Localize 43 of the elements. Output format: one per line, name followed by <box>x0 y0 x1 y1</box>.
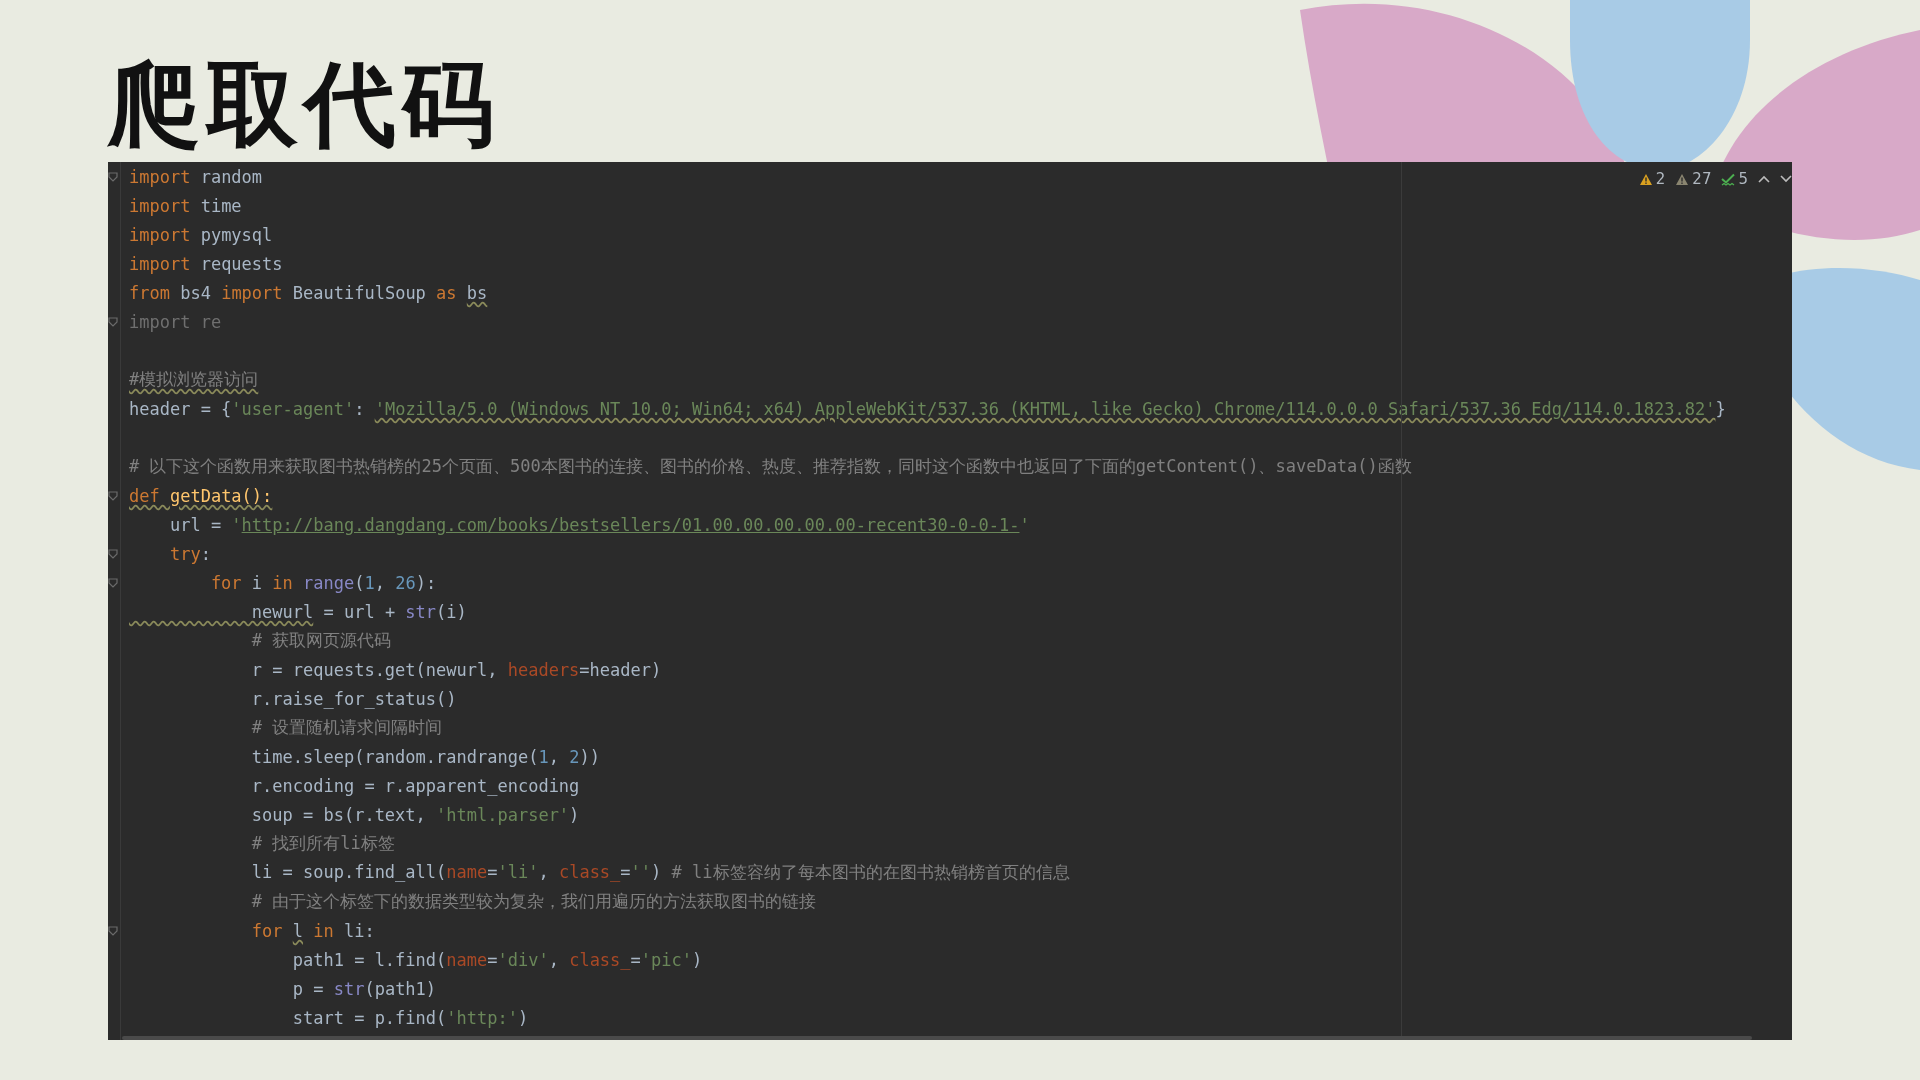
code-line: def getData(): <box>129 485 273 506</box>
code-line: r.encoding = r.apparent_encoding <box>250 775 580 796</box>
warning-icon <box>1675 172 1690 186</box>
code-line: import random <box>129 166 263 187</box>
code-line: r = requests.get(newurl, headers=header) <box>250 659 662 680</box>
code-line: r.raise_for_status() <box>250 688 457 709</box>
code-line: import re <box>129 311 222 332</box>
code-line: import pymysql <box>129 224 273 245</box>
fold-icon[interactable] <box>108 316 118 327</box>
code-line: path1 = l.find(name='div', class_='pic') <box>291 949 703 970</box>
code-line: #模拟浏览器访问 <box>129 368 259 391</box>
code-line: url = 'http://bang.dangdang.com/books/bestsellers/01.00.00.00.00.00-recent30-0-0-1-' <box>168 514 1030 535</box>
chevron-down-icon[interactable] <box>1780 175 1792 183</box>
fold-icon[interactable] <box>108 171 118 182</box>
code-line: from bs4 import BeautifulSoup as bs <box>129 282 488 303</box>
fold-icon[interactable] <box>108 925 118 936</box>
code-line: time.sleep(random.randrange(1, 2)) <box>250 746 600 767</box>
code-line: try: <box>168 543 211 564</box>
code-line: soup = bs(r.text, 'html.parser') <box>250 804 580 825</box>
code-line: header = {'user-agent': 'Mozilla/5.0 (Windows NT 10.0; Win64; x64) AppleWebKit/537.36 (KHTML, like Gecko) Chrome/114.0.0.0 Safari/537.36 Edg/114.0.1823.82'} <box>129 398 1726 419</box>
code-line: newurl = url + str(i) <box>250 601 467 622</box>
code-line: p = str(path1) <box>291 978 437 999</box>
inspection-counter[interactable]: 2 <box>1638 170 1666 188</box>
fold-icon[interactable] <box>108 577 118 588</box>
inspection-counter[interactable]: 27 <box>1675 170 1712 188</box>
code-line: import time <box>129 195 242 216</box>
check-icon <box>1721 172 1736 186</box>
code-line: for i in range(1, 26): <box>209 572 437 593</box>
scrollbar[interactable] <box>122 1036 1752 1040</box>
inspection-counter[interactable]: 5 <box>1721 170 1748 188</box>
code-line: # 设置随机请求间隔时间 <box>250 716 443 739</box>
code-line: import requests <box>129 253 283 274</box>
fold-icon[interactable] <box>108 548 118 559</box>
code-line: start = p.find('http:') <box>291 1007 529 1028</box>
slide-title: 爬取代码 <box>108 50 500 160</box>
fold-icon[interactable] <box>108 490 118 501</box>
warning-icon <box>1638 172 1653 186</box>
code-line: for l in li: <box>250 920 375 941</box>
code-line: li = soup.find_all(name='li', class_='') # li标签容纳了每本图书的在图书热销榜首页的信息 <box>250 861 1070 884</box>
code-line: # 找到所有li标签 <box>250 832 395 855</box>
chevron-up-icon[interactable] <box>1758 175 1770 183</box>
code-line: # 获取网页源代码 <box>250 629 392 652</box>
code-line: # 由于这个标签下的数据类型较为复杂，我们用遍历的方法获取图书的链接 <box>250 890 817 913</box>
